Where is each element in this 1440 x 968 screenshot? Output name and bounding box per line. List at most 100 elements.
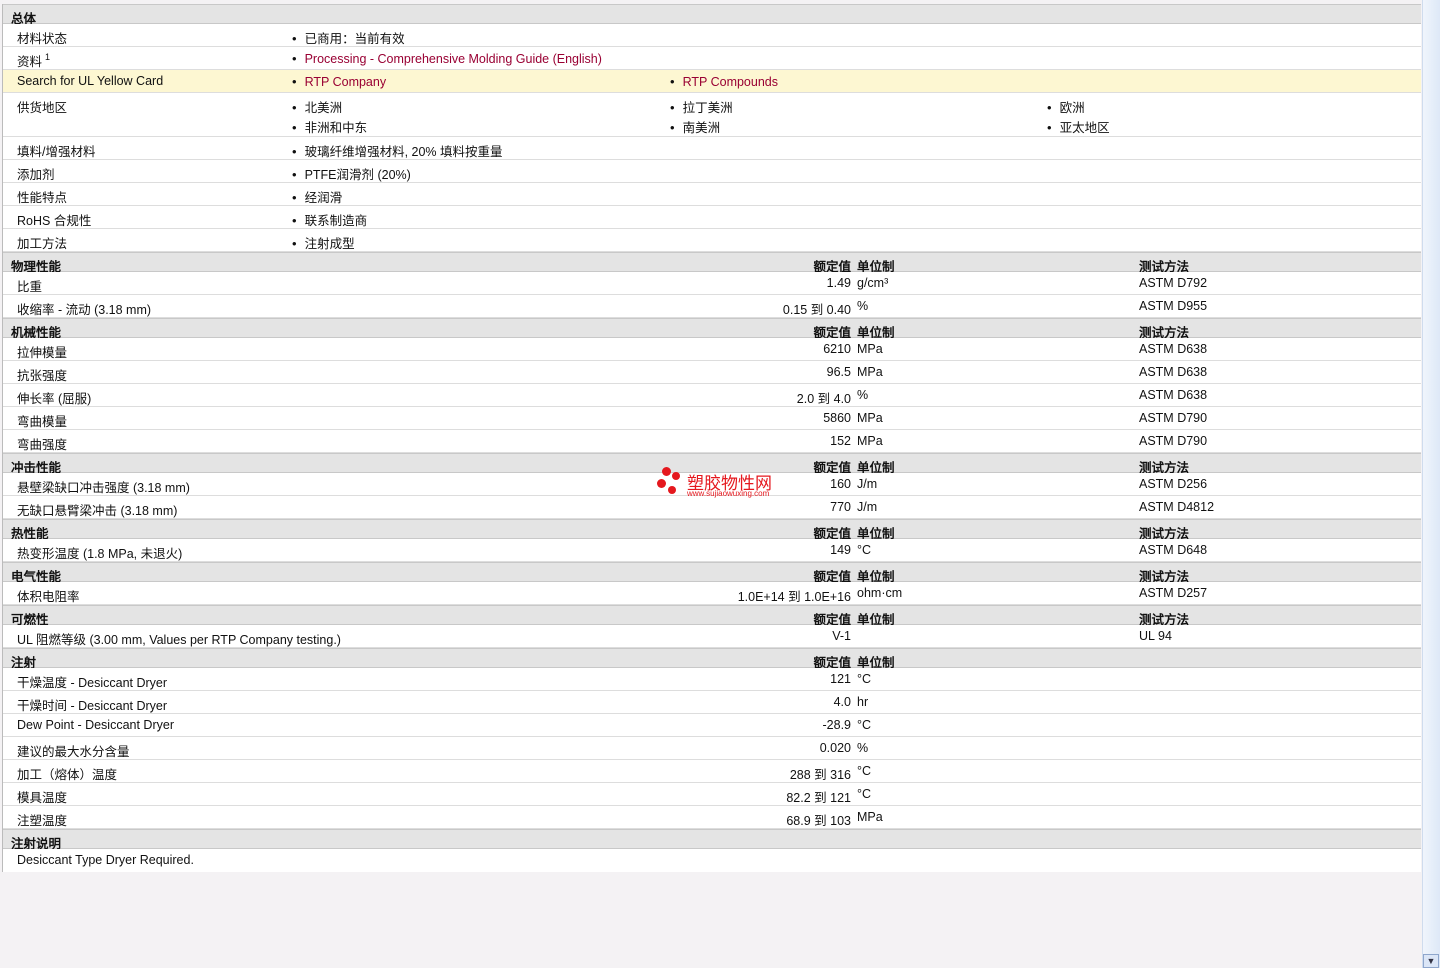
- property-name: 拉伸模量: [17, 346, 68, 360]
- test-method: ASTM D955: [1139, 299, 1208, 313]
- property-name: 悬壁梁缺口冲击强度 (3.18 mm): [17, 481, 190, 495]
- property-row: UL 阻燃等级 (3.00 mm, Values per RTP Company…: [3, 625, 1421, 648]
- section-header: 热性能 额定值 单位制 测试方法: [3, 519, 1421, 541]
- property-name: 干燥时间 - Desiccant Dryer: [17, 699, 168, 713]
- property-value: 0.020: [819, 741, 851, 755]
- property-unit: MPa: [857, 411, 883, 425]
- property-row: 干燥时间 - Desiccant Dryer 4.0 hr: [3, 691, 1421, 714]
- test-method: ASTM D790: [1139, 411, 1208, 425]
- property-name: Dew Point - Desiccant Dryer: [17, 718, 174, 732]
- property-unit: %: [857, 388, 869, 402]
- property-row: 拉伸模量 6210 MPa ASTM D638: [3, 338, 1421, 361]
- property-unit: MPa: [857, 342, 883, 356]
- property-name: 注塑温度: [17, 814, 68, 828]
- rtp-company-link[interactable]: RTP Company: [305, 75, 387, 89]
- vertical-scrollbar[interactable]: ▼: [1422, 0, 1440, 968]
- property-value: V-1: [832, 629, 851, 643]
- property-row: 热变形温度 (1.8 MPa, 未退火) 149 °C ASTM D648: [3, 539, 1421, 562]
- section-header-notes: 注射说明: [3, 829, 1421, 851]
- property-row: 收缩率 - 流动 (3.18 mm) 0.15 到 0.40% ASTM D955: [3, 295, 1421, 318]
- property-name: 干燥温度 - Desiccant Dryer: [17, 676, 168, 690]
- test-method: ASTM D257: [1139, 586, 1208, 600]
- property-row: 模具温度 82.2 到 121 °C: [3, 783, 1421, 806]
- property-value: 5860: [823, 411, 851, 425]
- property-value: 160: [830, 477, 851, 491]
- property-name: 弯曲模量: [17, 415, 68, 429]
- row-label: 材料状态: [17, 32, 68, 46]
- property-row: 弯曲强度 152 MPa ASTM D790: [3, 430, 1421, 453]
- property-value: 6210: [823, 342, 851, 356]
- property-unit: ohm·cm: [857, 586, 903, 600]
- property-row: 抗张强度 96.5 MPa ASTM D638: [3, 361, 1421, 384]
- test-method: ASTM D638: [1139, 342, 1208, 356]
- property-unit: J/m: [857, 477, 878, 491]
- property-value: 1.0E+14 到 1.0E+16: [737, 590, 851, 604]
- property-row: 加工（熔体）温度 288 到 316 °C: [3, 760, 1421, 783]
- property-value: 68.9 到 103: [786, 814, 851, 828]
- property-value: 121: [830, 672, 851, 686]
- property-value: 1.49: [826, 276, 851, 290]
- property-unit: °C: [857, 764, 872, 778]
- property-value: 770: [830, 500, 851, 514]
- property-value: 4.0: [833, 695, 851, 709]
- property-unit: MPa: [857, 365, 883, 379]
- property-name: 伸长率 (屈服): [17, 392, 92, 406]
- property-unit: MPa: [857, 434, 883, 448]
- property-name: UL 阻燃等级 (3.00 mm, Values per RTP Company…: [17, 633, 341, 647]
- property-row: 伸长率 (屈服) 2.0 到 4.0% ASTM D638: [3, 384, 1421, 407]
- property-row: 比重 1.49 g/cm³ ASTM D792: [3, 272, 1421, 295]
- test-method: ASTM D256: [1139, 477, 1208, 491]
- property-row: 弯曲模量 5860 MPa ASTM D790: [3, 407, 1421, 430]
- property-value: 288 到 316: [789, 768, 851, 782]
- test-method: ASTM D638: [1139, 388, 1208, 402]
- section-header-general: 总体: [3, 4, 1421, 26]
- property-value: 149: [830, 543, 851, 557]
- property-name: 比重: [17, 280, 43, 294]
- test-method: ASTM D648: [1139, 543, 1208, 557]
- property-unit: °C: [857, 543, 872, 557]
- test-method: ASTM D638: [1139, 365, 1208, 379]
- property-value: 152: [830, 434, 851, 448]
- row-label: 资料 1: [17, 52, 51, 69]
- section-header: 可燃性 额定值 单位制 测试方法: [3, 605, 1421, 627]
- ul-yellow-card-row: Search for UL Yellow CardRTP CompanyRTP …: [3, 70, 1421, 93]
- section-header: 物理性能 额定值 单位制 测试方法: [3, 252, 1421, 274]
- property-name: 体积电阻率: [17, 590, 80, 604]
- property-name: 热变形温度 (1.8 MPa, 未退火): [17, 547, 183, 561]
- property-unit: %: [857, 741, 869, 755]
- property-value: 82.2 到 121: [786, 791, 851, 805]
- property-row: 注塑温度 68.9 到 103 MPa: [3, 806, 1421, 829]
- property-unit: °C: [857, 787, 872, 801]
- property-unit: g/cm³: [857, 276, 889, 290]
- property-name: 加工（熔体）温度: [17, 768, 118, 782]
- property-row: 体积电阻率 1.0E+14 到 1.0E+16 ohm·cm ASTM D257: [3, 582, 1421, 605]
- property-name: 无缺口悬臂梁冲击 (3.18 mm): [17, 504, 178, 518]
- watermark-logo: 塑胶物性网 www.sujiaowuxing.com: [656, 466, 796, 502]
- test-method: ASTM D792: [1139, 276, 1208, 290]
- property-value: -28.9: [822, 718, 852, 732]
- property-unit: °C: [857, 672, 872, 686]
- property-unit: MPa: [857, 810, 883, 824]
- property-name: 模具温度: [17, 791, 68, 805]
- property-value: 2.0 到 4.0: [796, 392, 851, 406]
- property-unit: %: [857, 299, 869, 313]
- datasheet-table: 总体 材料状态已商用：当前有效 资料1Processing - Comprehe…: [2, 4, 1421, 872]
- property-value: 96.5: [826, 365, 851, 379]
- property-unit: hr: [857, 695, 869, 709]
- property-row: 建议的最大水分含量 0.020%: [3, 737, 1421, 760]
- property-name: 收缩率 - 流动 (3.18 mm): [17, 303, 152, 317]
- scroll-down-button[interactable]: ▼: [1423, 954, 1439, 968]
- property-row: Dew Point - Desiccant Dryer -28.9 °C: [3, 714, 1421, 737]
- property-row: 干燥温度 - Desiccant Dryer 121 °C: [3, 668, 1421, 691]
- property-name: 抗张强度: [17, 369, 68, 383]
- test-method: ASTM D4812: [1139, 500, 1215, 514]
- section-header: 机械性能 额定值 单位制 测试方法: [3, 318, 1421, 340]
- rtp-compounds-link[interactable]: RTP Compounds: [683, 75, 778, 89]
- property-name: 弯曲强度: [17, 438, 68, 452]
- note-text: Desiccant Type Dryer Required.: [17, 853, 194, 867]
- processing-guide-link[interactable]: Processing - Comprehensive Molding Guide…: [305, 52, 602, 66]
- property-unit: J/m: [857, 500, 878, 514]
- section-header: 电气性能 额定值 单位制 测试方法: [3, 562, 1421, 584]
- test-method: UL 94: [1139, 629, 1172, 643]
- property-unit: °C: [857, 718, 872, 732]
